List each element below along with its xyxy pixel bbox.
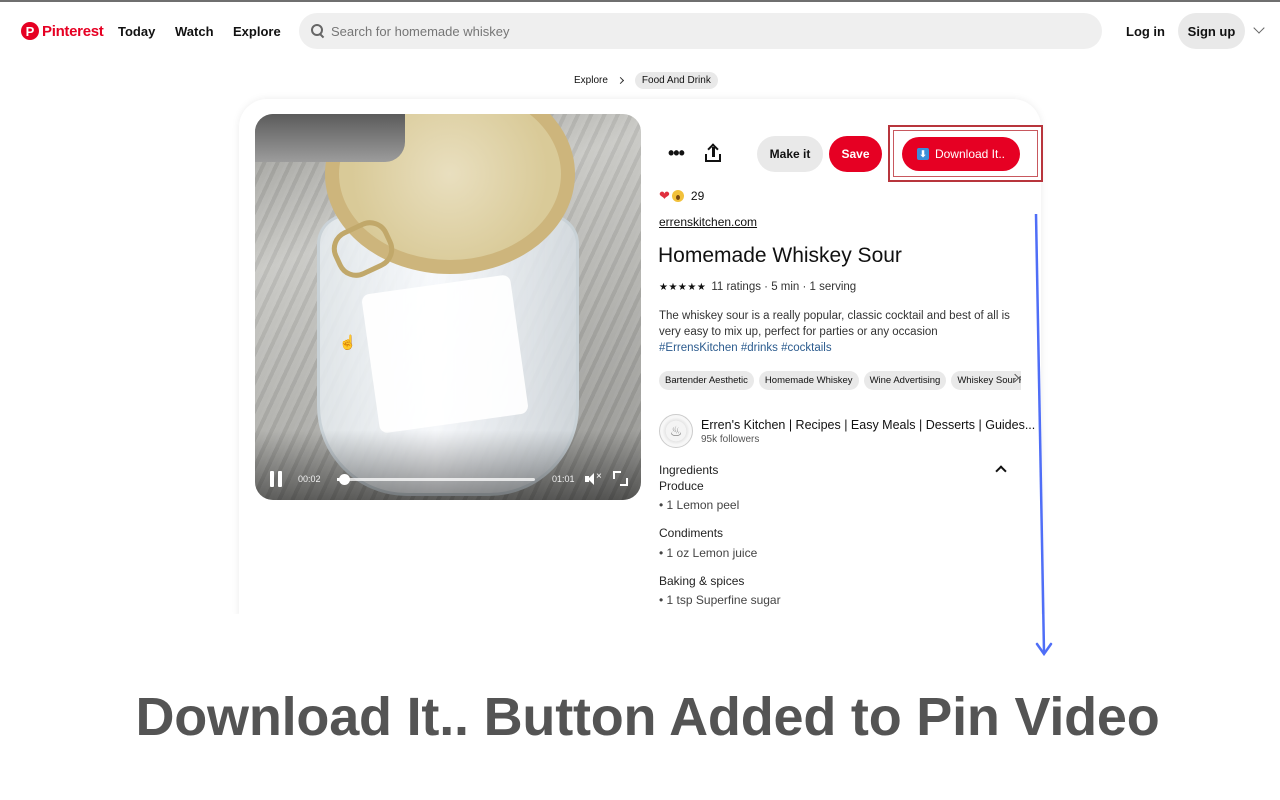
login-button[interactable]: Log in [1126,24,1165,39]
breadcrumb-explore[interactable]: Explore [574,75,608,86]
make-it-button[interactable]: Make it [757,136,823,172]
muted-x-icon: × [596,471,602,482]
breadcrumb: Explore Food And Drink [574,72,718,89]
download-it-button[interactable]: ⬇ Download It.. [902,137,1020,171]
current-time: 00:02 [298,474,321,484]
nav-today[interactable]: Today [118,24,155,39]
ingredient-item: • 1 Lemon peel [659,498,740,512]
arrow-shaft [1034,213,1046,653]
pause-icon[interactable] [270,471,282,487]
ingredients-heading: Ingredients [659,463,719,477]
tag-chip[interactable]: Homemade Whiskey [758,371,859,390]
search-icon [311,24,325,38]
creator-avatar[interactable]: ♨ [659,414,693,448]
heart-reaction-icon: ❤ [659,188,670,203]
fullscreen-icon[interactable] [613,471,628,486]
breadcrumb-food-and-drink[interactable]: Food And Drink [634,72,718,89]
chevron-down-icon[interactable] [1253,22,1265,34]
share-icon-tray [705,154,721,162]
nav-explore[interactable]: Explore [233,24,281,39]
hand-cursor-icon: ☝ [339,334,357,350]
nav-watch[interactable]: Watch [175,24,214,39]
reactions[interactable]: ❤ 29 [659,188,704,204]
video-frame-jigger [255,114,405,162]
caption-heading: Download It.. Button Added to Pin Video [135,687,1160,747]
more-options-icon[interactable]: ••• [668,144,685,162]
star-rating-icon: ★★★★★ [659,281,707,293]
hashtag-links[interactable]: #ErrensKitchen #drinks #cocktails [659,342,832,354]
ingredient-item: • 1 tsp Superfine sugar [659,593,781,607]
pinterest-logo-text: Pinterest [42,22,104,40]
description-text: The whiskey sour is a really popular, cl… [659,310,1010,338]
tag-chip[interactable]: Wine Advertising [863,371,947,390]
pin-video-player[interactable]: ☝ 00:02 01:01 × [255,114,641,500]
share-icon[interactable] [705,143,721,163]
rating-meta-text: 11 ratings · 5 min · 1 serving [711,281,857,293]
save-button[interactable]: Save [829,136,882,172]
source-link[interactable]: errenskitchen.com [659,215,757,229]
video-controls: 00:02 01:01 × [255,460,641,500]
ingredient-section-title: Baking & spices [659,574,745,588]
pinterest-logo[interactable]: P Pinterest [21,22,104,40]
pinterest-logo-icon: P [21,22,39,40]
top-navigation-bar: P Pinterest Today Watch Explore Log in S… [0,2,1280,60]
pin-description: The whiskey sour is a really popular, cl… [659,308,1019,356]
reaction-count: 29 [690,189,705,203]
tag-chip[interactable]: Bartender Aesthetic [659,371,754,390]
wow-reaction-icon [671,190,684,202]
video-progress-handle[interactable] [338,474,350,485]
ingredient-section-title: Condiments [659,526,724,540]
share-icon-arrowhead [706,143,719,155]
ingredient-section-title: Produce [659,479,704,493]
chevron-right-icon [616,76,624,85]
video-duration: 01:01 [552,474,575,484]
ingredient-item: • 1 oz Lemon juice [659,546,758,560]
tag-chip[interactable]: Whiskey Sour Recipe [951,371,1021,390]
search-input[interactable] [331,23,1031,39]
recipe-meta: ★★★★★ 11 ratings · 5 min · 1 serving [659,281,856,293]
creator-info[interactable]: ♨ Erren's Kitchen | Recipes | Easy Meals… [659,414,1035,448]
tag-list: Bartender Aesthetic Homemade Whiskey Win… [659,371,1021,390]
download-icon: ⬇ [916,148,929,160]
search-bar[interactable] [299,13,1102,49]
download-it-label: Download It.. [934,147,1006,161]
video-progress-bar[interactable] [337,474,535,485]
video-frame-ice [360,274,530,434]
signup-button[interactable]: Sign up [1178,13,1245,49]
follower-count: 95k followers [701,433,760,445]
pin-title: Homemade Whiskey Sour [658,244,902,267]
scroll-down-annotation-arrow-icon [1034,213,1053,657]
creator-name[interactable]: Erren's Kitchen | Recipes | Easy Meals |… [701,418,1035,432]
